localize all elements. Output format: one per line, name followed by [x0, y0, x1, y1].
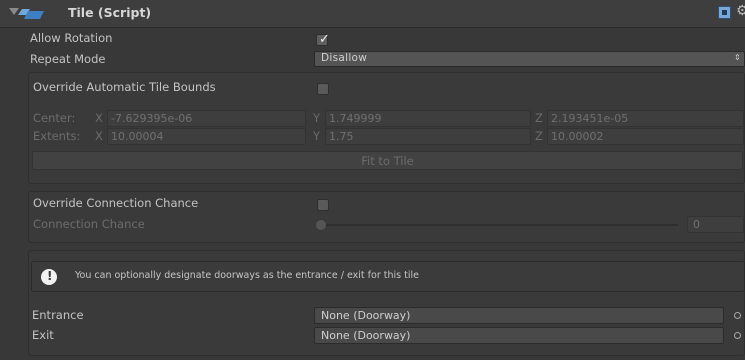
center-x-field[interactable]: -7.629395e-06	[107, 110, 306, 127]
component-header[interactable]: Tile (Script) ⚙	[0, 0, 745, 28]
doorway-info-text: You can optionally designate doorways as…	[75, 270, 419, 281]
repeat-mode-value: Disallow	[321, 52, 368, 64]
center-y-axis-label: Y	[313, 111, 321, 125]
center-z-value: 2.193451e-05	[551, 112, 629, 125]
info-icon: !	[41, 269, 57, 285]
exit-object-picker-icon[interactable]	[734, 332, 741, 339]
center-z-axis-label: Z	[535, 111, 543, 125]
connection-chance-slider-track[interactable]	[321, 224, 678, 226]
extents-z-axis-label: Z	[535, 129, 543, 143]
script-icon	[18, 9, 44, 19]
exit-object-field[interactable]: None (Doorway)	[314, 327, 724, 344]
gear-icon[interactable]: ⚙	[736, 3, 745, 19]
extents-y-value: 1.75	[329, 130, 354, 143]
extents-z-value: 10.00002	[551, 130, 604, 143]
center-y-field[interactable]: 1.749999	[325, 110, 531, 127]
exit-value: None (Doorway)	[321, 329, 411, 342]
allow-rotation-label: Allow Rotation	[30, 31, 113, 45]
exit-label: Exit	[32, 328, 54, 342]
entrance-object-picker-icon[interactable]	[734, 312, 741, 319]
connection-chance-label: Connection Chance	[33, 217, 145, 231]
center-z-field[interactable]: 2.193451e-05	[547, 110, 744, 127]
center-label: Center:	[33, 111, 76, 125]
center-y-value: 1.749999	[329, 112, 382, 125]
extents-label: Extents:	[33, 129, 81, 143]
center-x-axis-label: X	[95, 111, 103, 125]
extents-z-field[interactable]: 10.00002	[547, 128, 744, 145]
tile-bounds-group: Override Automatic Tile Bounds Center: X…	[28, 72, 745, 184]
extents-x-field[interactable]: 10.00004	[107, 128, 306, 145]
override-bounds-checkbox[interactable]	[317, 83, 329, 95]
doorway-info-box: ! You can optionally designate doorways …	[31, 261, 745, 292]
extents-x-value: 10.00004	[111, 130, 164, 143]
fit-to-tile-button[interactable]: Fit to Tile	[32, 151, 743, 170]
connection-chance-value: 0	[693, 218, 700, 231]
dropdown-arrows-icon: ⇕	[734, 53, 741, 62]
center-x-value: -7.629395e-06	[111, 112, 193, 125]
connection-chance-field[interactable]: 0	[687, 216, 744, 233]
repeat-mode-dropdown[interactable]: Disallow ⇕	[314, 51, 745, 67]
checkmark-icon: ✓	[319, 32, 330, 47]
extents-y-axis-label: Y	[313, 129, 321, 143]
entrance-object-field[interactable]: None (Doorway)	[314, 307, 724, 324]
override-connection-label: Override Connection Chance	[33, 196, 199, 210]
fit-to-tile-label: Fit to Tile	[361, 154, 414, 168]
allow-rotation-checkbox[interactable]: ✓	[316, 32, 330, 47]
override-connection-checkbox[interactable]	[317, 199, 329, 211]
connection-chance-slider-thumb[interactable]	[316, 220, 326, 230]
repeat-mode-label: Repeat Mode	[30, 52, 106, 66]
entrance-value: None (Doorway)	[321, 309, 411, 322]
entrance-label: Entrance	[32, 308, 84, 322]
component-title: Tile (Script)	[68, 5, 152, 20]
extents-x-axis-label: X	[95, 129, 103, 143]
help-icon[interactable]	[718, 6, 731, 19]
extents-y-field[interactable]: 1.75	[325, 128, 531, 145]
override-bounds-label: Override Automatic Tile Bounds	[33, 80, 216, 94]
connection-chance-group: Override Connection Chance Connection Ch…	[28, 191, 745, 243]
